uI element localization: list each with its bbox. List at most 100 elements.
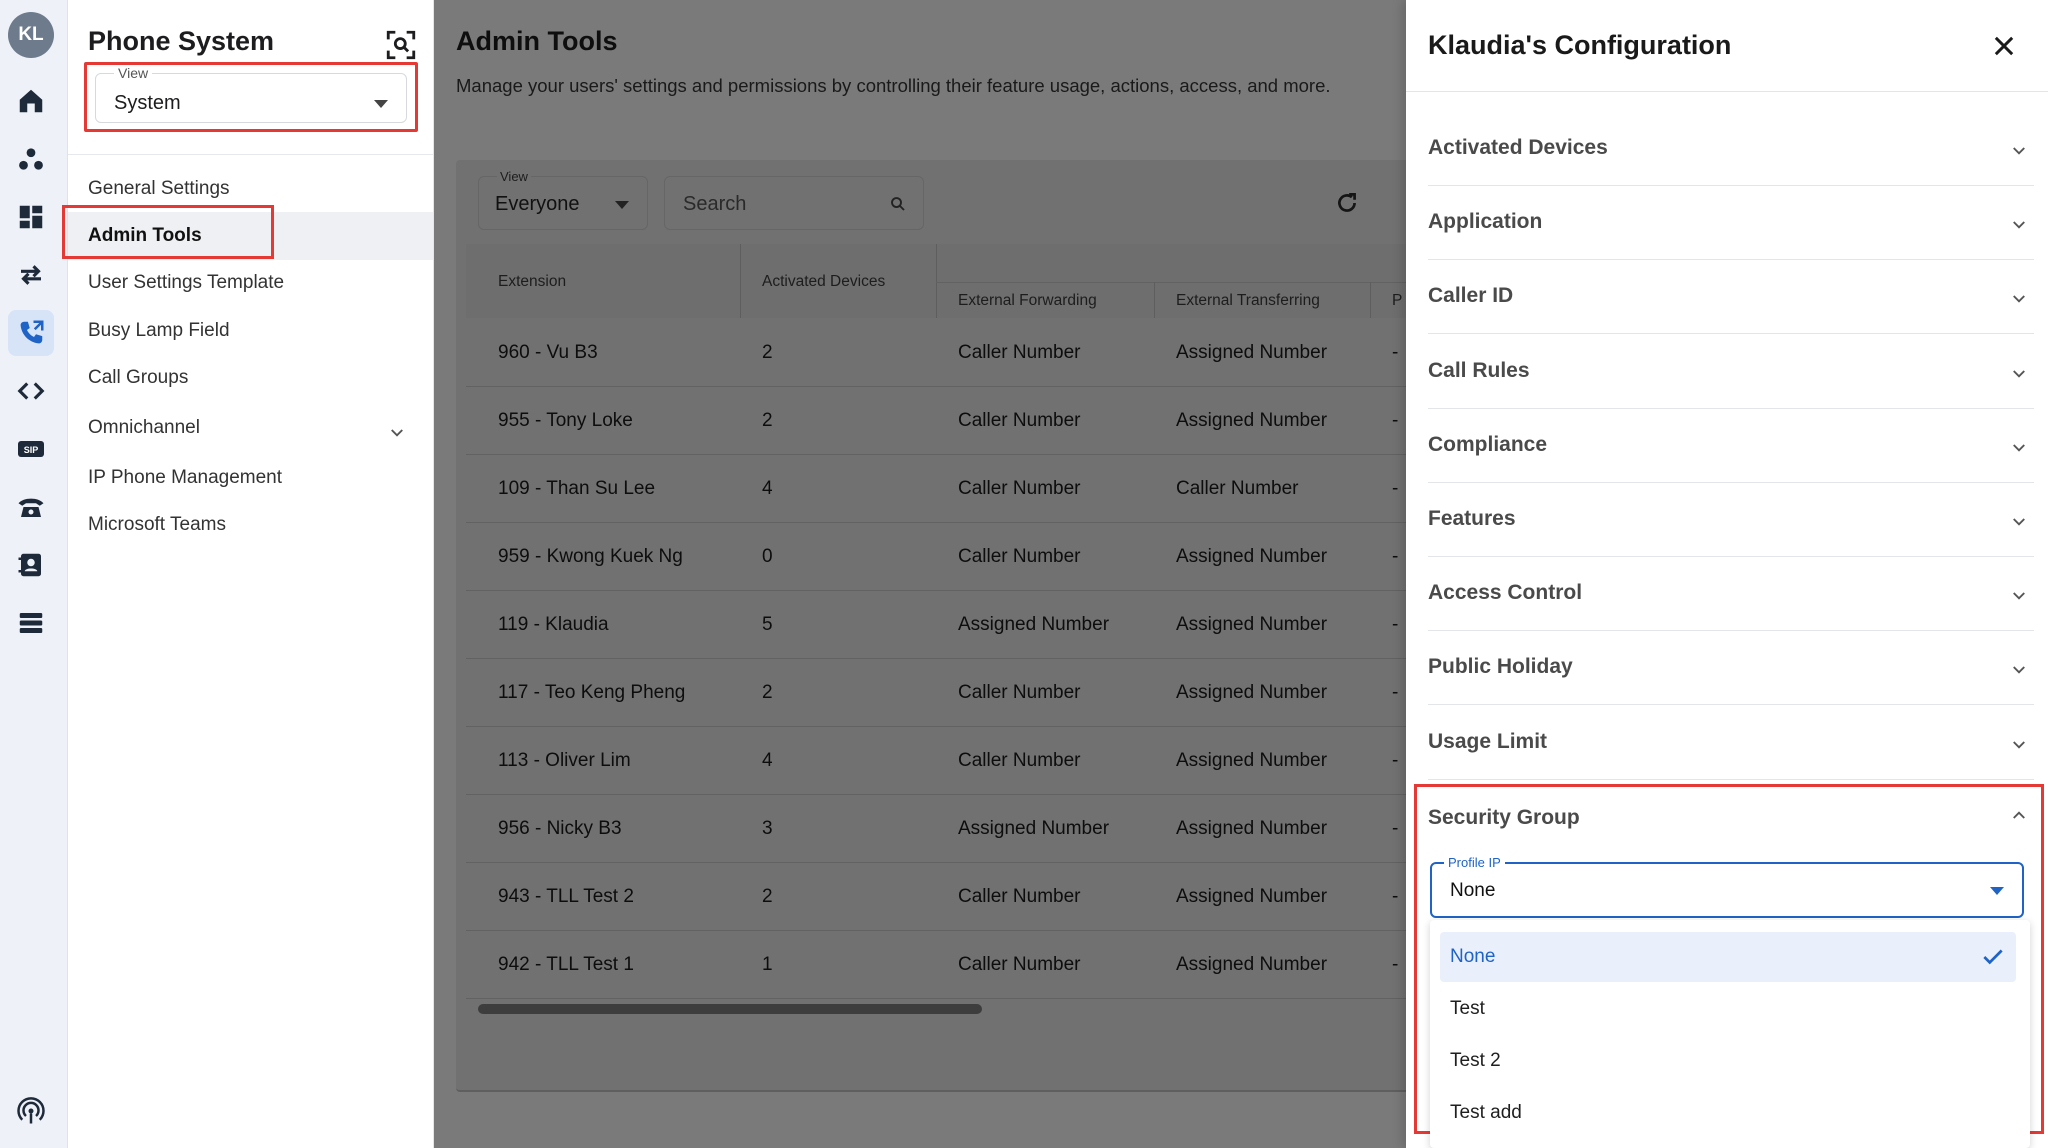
refresh-icon[interactable] [1334, 190, 1360, 216]
accordion-public-holiday[interactable]: Public Holiday [1428, 631, 2034, 705]
scan-icon[interactable] [384, 28, 418, 62]
dropdown-option-none[interactable]: None [1440, 932, 2016, 982]
main-content: Admin Tools Manage your users' settings … [434, 0, 1406, 1148]
column-header-extension[interactable]: Extension [498, 273, 566, 291]
column-header-more[interactable]: P [1392, 292, 1402, 310]
accordion-compliance[interactable]: Compliance [1428, 409, 2034, 483]
sip-icon[interactable]: SIP [8, 426, 54, 472]
dropdown-option-test-2[interactable]: Test 2 [1440, 1036, 2016, 1086]
cell-external-forwarding: Caller Number [958, 886, 1081, 907]
cell-extension: 956 - Nicky B3 [498, 818, 622, 839]
accordion-application[interactable]: Application [1428, 186, 2034, 260]
dropdown-option-test-add[interactable]: Test add [1440, 1088, 2016, 1138]
accordion-activated-devices[interactable]: Activated Devices [1428, 112, 2034, 186]
view-filter-label: View [497, 169, 531, 184]
cell-more: - [1392, 886, 1399, 907]
accordion-access-control[interactable]: Access Control [1428, 557, 2034, 631]
dropdown-option-test[interactable]: Test [1440, 984, 2016, 1034]
cell-external-transferring: Assigned Number [1176, 682, 1328, 703]
column-header-external-forwarding[interactable]: External Forwarding [958, 292, 1097, 310]
cell-external-forwarding: Caller Number [958, 750, 1081, 771]
caret-down-icon [615, 201, 629, 209]
cell-activated-devices: 3 [762, 818, 773, 839]
svg-text:SIP: SIP [24, 445, 39, 455]
cell-activated-devices: 1 [762, 954, 773, 975]
cell-extension: 942 - TLL Test 1 [498, 954, 634, 975]
broadcast-icon[interactable] [8, 1088, 54, 1134]
scrollbar-thumb[interactable] [478, 1004, 982, 1014]
cell-activated-devices: 2 [762, 410, 773, 431]
chevron-down-icon [2010, 513, 2028, 531]
cell-external-transferring: Assigned Number [1176, 954, 1328, 975]
header-subdivider [936, 282, 1406, 283]
cell-external-forwarding: Assigned Number [958, 614, 1110, 635]
accordion-label: Access Control [1428, 581, 1583, 604]
cell-extension: 117 - Teo Keng Pheng [498, 682, 686, 703]
view-select[interactable]: View System [95, 65, 407, 123]
dashboard-icon[interactable] [8, 194, 54, 240]
profile-ip-select[interactable]: Profile IP None [1430, 855, 2024, 918]
chevron-up-icon[interactable] [2010, 806, 2028, 824]
cell-external-transferring: Assigned Number [1176, 614, 1328, 635]
sidebar-item-user-settings-template[interactable]: User Settings Template [88, 272, 284, 294]
sidebar-item-ip-phone-management[interactable]: IP Phone Management [88, 467, 282, 489]
column-divider [740, 244, 741, 318]
accordion-label: Features [1428, 507, 1516, 530]
cell-extension: 955 - Tony Loke [498, 410, 633, 431]
cell-activated-devices: 5 [762, 614, 773, 635]
cell-activated-devices: 2 [762, 886, 773, 907]
sidebar-item-omnichannel[interactable]: Omnichannel [88, 417, 200, 439]
search-input[interactable]: Search [664, 176, 924, 230]
search-placeholder: Search [683, 193, 747, 215]
cell-external-forwarding: Assigned Number [958, 818, 1110, 839]
horizontal-scrollbar[interactable] [478, 1004, 1406, 1014]
view-select-label: View [114, 65, 153, 81]
cell-extension: 113 - Oliver Lim [498, 750, 631, 771]
server-icon[interactable] [8, 600, 54, 646]
accordion-usage-limit[interactable]: Usage Limit [1428, 706, 2034, 780]
home-icon[interactable] [8, 78, 54, 124]
cell-external-forwarding: Caller Number [958, 342, 1081, 363]
caret-down-icon [1990, 887, 2004, 895]
cell-more: - [1392, 342, 1399, 363]
view-filter-select[interactable]: View Everyone [478, 169, 648, 230]
sidebar-item-microsoft-teams[interactable]: Microsoft Teams [88, 514, 226, 536]
cell-activated-devices: 2 [762, 342, 773, 363]
chevron-down-icon [2010, 736, 2028, 754]
chevron-down-icon [2010, 661, 2028, 679]
cell-external-forwarding: Caller Number [958, 410, 1081, 431]
close-icon[interactable] [1990, 32, 2018, 60]
accordion-label: Call Rules [1428, 359, 1530, 382]
chevron-down-icon[interactable] [388, 424, 406, 442]
column-divider [1370, 282, 1371, 318]
profile-ip-label: Profile IP [1444, 855, 1505, 870]
sidebar-item-call-groups[interactable]: Call Groups [88, 367, 188, 389]
sidebar: Phone System View System General Setting… [62, 0, 434, 1148]
code-icon[interactable] [8, 368, 54, 414]
sidebar-item-busy-lamp-field[interactable]: Busy Lamp Field [88, 320, 230, 342]
cell-more: - [1392, 410, 1399, 431]
cell-more: - [1392, 546, 1399, 567]
contacts-icon[interactable] [8, 542, 54, 588]
cell-extension: 109 - Than Su Lee [498, 478, 656, 499]
panel-header-divider [1406, 91, 2048, 92]
accordion-security-group[interactable]: Security Group [1428, 806, 1580, 830]
sidebar-item-general-settings[interactable]: General Settings [88, 178, 230, 200]
cell-external-transferring: Assigned Number [1176, 818, 1328, 839]
accordion-caller-id[interactable]: Caller ID [1428, 260, 2034, 334]
accordion-call-rules[interactable]: Call Rules [1428, 335, 2034, 409]
cell-external-forwarding: Caller Number [958, 954, 1081, 975]
cell-extension: 959 - Kwong Kuek Ng [498, 546, 683, 567]
accordion-features[interactable]: Features [1428, 483, 2034, 557]
cell-external-transferring: Caller Number [1176, 478, 1299, 499]
avatar[interactable]: KL [8, 12, 54, 58]
phone-icon[interactable] [8, 310, 54, 356]
page-description: Manage your users' settings and permissi… [456, 75, 1331, 96]
column-header-external-transferring[interactable]: External Transferring [1176, 292, 1320, 310]
column-header-activated-devices[interactable]: Activated Devices [762, 273, 885, 291]
cell-external-forwarding: Caller Number [958, 546, 1081, 567]
page-title: Admin Tools [456, 26, 618, 56]
network-icon[interactable] [8, 136, 54, 182]
transfer-arrows-icon[interactable] [8, 252, 54, 298]
desk-phone-icon[interactable] [8, 484, 54, 530]
